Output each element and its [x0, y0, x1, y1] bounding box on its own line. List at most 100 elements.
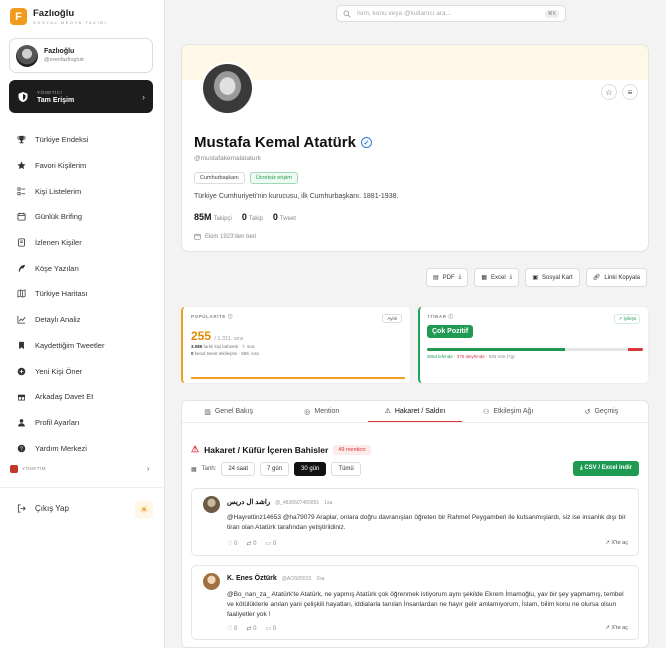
verified-icon: ✓	[360, 137, 372, 148]
sidebar-item-label: Kaydettiğim Tweetler	[35, 340, 105, 350]
filter-30d[interactable]: 30 gün	[294, 462, 327, 476]
post-handle: @AOS05523	[281, 576, 312, 582]
sidebar-item-favori-kisilerim[interactable]: Favori Kişilerim	[17, 153, 104, 179]
user-name: Fazlıoğlu	[44, 48, 75, 55]
book-icon	[17, 238, 26, 247]
sidebar-item-yardim-merkezi[interactable]: ? Yardım Merkezi	[17, 435, 104, 461]
filter-all[interactable]: Tümü	[331, 462, 361, 476]
sidebar-item-label: Profil Ayarları	[35, 417, 80, 427]
tab-etkilesim-agi[interactable]: ⚇ Etkileşim Ağı	[462, 401, 555, 422]
reply-count[interactable]: ▭ 0	[265, 625, 276, 632]
sidebar-item-arkadas-davet-et[interactable]: Arkadaş Davet Et	[17, 384, 104, 410]
profile-handle: @mustafakemalataturk	[194, 155, 261, 162]
search-input[interactable]: İsim, konu veya @kullanıcı ara...	[357, 10, 451, 17]
sidebar-item-kisi-listelerim[interactable]: Kişi Listelerim	[17, 178, 104, 204]
date-filters: ▦ Tarih: 24 saat 7 gün 30 gün Tümü	[191, 462, 361, 476]
yonetim-icon	[10, 464, 18, 473]
admin-access-card[interactable]: YÖNETİCİ Tam Erişim ›	[9, 80, 153, 113]
filter-7d[interactable]: 7 gün	[260, 462, 290, 476]
logout-button[interactable]: Çıkış Yap	[17, 504, 69, 513]
excel-button[interactable]: ▦ Excel ⤓	[474, 268, 520, 287]
social-card-button[interactable]: ▣ Sosyal Kart	[525, 268, 580, 287]
tag-role: Cumhurbaşkanı	[194, 172, 245, 184]
add-to-list-icon[interactable]: ≡	[622, 84, 638, 100]
search-icon	[343, 10, 351, 17]
period-badge[interactable]: Aylık	[382, 314, 402, 323]
calendar-icon	[17, 212, 26, 221]
open-on-x-link[interactable]: ↗ X'te aç	[605, 625, 628, 631]
brand-subtitle: SOSYAL MEDYA TAKİBİ	[33, 20, 108, 25]
stat-following[interactable]: 0 Takip	[242, 212, 263, 222]
logout-icon	[17, 504, 26, 513]
csv-download-button[interactable]: ⤓ CSV / Excel indir	[572, 461, 639, 476]
download-icon: ⤓	[458, 274, 462, 280]
tab-mention[interactable]: ◎ Mention	[275, 401, 368, 422]
sidebar-item-yeni-kisi-oner[interactable]: Yeni Kişi Öner	[17, 358, 104, 384]
post-header: K. Enes Öztürk @AOS05523 2sa	[227, 575, 324, 582]
trophy-icon	[17, 135, 26, 144]
export-actions: ▤ PDF ⤓ ▦ Excel ⤓ ▣ Sosyal Kart 🔗︎ Linki Kopya…	[426, 268, 648, 287]
sidebar-item-profil-ayarlari[interactable]: Profil Ayarları	[17, 410, 104, 436]
sentiment-bar	[427, 348, 643, 351]
tab-bar: ▥ Genel Bakış ◎ Mention ⚠ Hakaret / Saldırı…	[182, 401, 648, 423]
retweet-count[interactable]: ⇄ 0	[246, 540, 256, 547]
post-text: @Hayrettinz14653 @ha79079 Araplar, onlar…	[227, 514, 626, 532]
map-icon	[17, 289, 26, 299]
reply-count[interactable]: ▭ 0	[265, 540, 276, 547]
sidebar-item-gunluk-brifing[interactable]: Günlük Brifing	[17, 204, 104, 230]
sidebar-item-label: Arkadaş Davet Et	[35, 392, 94, 402]
post-author[interactable]: K. Enes Öztürk	[227, 575, 277, 582]
like-count[interactable]: ♡ 0	[227, 625, 237, 632]
svg-text:?: ?	[20, 446, 23, 452]
reputation-card: İTİBAR ⓘ ↗ İyileşti Çok Pozitif 3064 leh…	[418, 306, 649, 384]
open-on-x-link[interactable]: ↗ X'te aç	[605, 540, 628, 546]
sidebar-nav: Türkiye Endeksi Favori Kişilerim Kişi Li…	[17, 127, 104, 461]
calendar-icon	[194, 233, 201, 240]
like-count[interactable]: ♡ 0	[227, 540, 237, 547]
at-icon: ◎	[304, 408, 311, 416]
divider	[0, 487, 165, 488]
sidebar-item-label: Köşe Yazıları	[35, 263, 79, 273]
admin-role: YÖNETİCİ	[37, 89, 63, 95]
copy-link-button[interactable]: 🔗︎ Linki Kopyala	[585, 268, 648, 287]
mention-count-badge: 49 mention	[333, 444, 371, 455]
detail-tabs-card: ▥ Genel Bakış ◎ Mention ⚠ Hakaret / Saldırı…	[181, 400, 649, 648]
profile-name-row: Mustafa Kemal Atatürk ✓	[194, 134, 372, 151]
tab-genel-bakis[interactable]: ▥ Genel Bakış	[182, 401, 275, 422]
profile-stats: 85M Takipçi 0 Takip 0 Tweet	[194, 212, 296, 222]
list-item: K. Enes Öztürk @AOS05523 2sa @Bo_nan_za_…	[191, 565, 639, 640]
stat-tweets: 0 Tweet	[272, 212, 296, 222]
post-metrics: ♡ 0 ⇄ 0 ▭ 0	[227, 625, 276, 632]
chart-icon: ▥	[204, 408, 211, 416]
stat-followers[interactable]: 85M Takipçi	[194, 212, 232, 222]
popularity-value: 255 / 1.311. sıra	[191, 329, 244, 343]
search-shortcut: ⌘K	[544, 9, 559, 18]
sidebar-item-kaydettigim-tweetler[interactable]: Kaydettiğim Tweetler	[17, 333, 104, 359]
sidebar-item-kose-yazilari[interactable]: Köşe Yazıları	[17, 255, 104, 281]
post-text: @Bo_nan_za_ Atatürk'te Atatürk, ne yapmı…	[227, 591, 624, 619]
search-bar[interactable]: İsim, konu veya @kullanıcı ara... ⌘K	[336, 5, 566, 22]
tab-gecmis[interactable]: ↺ Geçmiş	[555, 401, 648, 422]
retweet-count[interactable]: ⇄ 0	[246, 625, 256, 632]
date-label: Tarih:	[201, 466, 217, 472]
yonetim-section[interactable]: YÖNETİM ›	[10, 464, 150, 473]
sidebar-item-label: İzlenen Kişiler	[35, 238, 82, 248]
profile-tags: Cumhurbaşkanı Ücretsiz erişim	[194, 172, 298, 184]
user-card[interactable]: Fazlıoğlu @erenfazlioglutr	[9, 38, 153, 73]
sidebar-item-detayli-analiz[interactable]: Detaylı Analiz	[17, 307, 104, 333]
post-author[interactable]: راشد ال دريس	[227, 498, 270, 506]
filter-24h[interactable]: 24 saat	[221, 462, 256, 476]
chart-icon	[17, 315, 26, 324]
sidebar-item-turkiye-endeksi[interactable]: Türkiye Endeksi	[17, 127, 104, 153]
theme-toggle-sun-icon[interactable]: ☀	[135, 501, 153, 519]
plus-circle-icon	[17, 367, 26, 376]
sidebar-item-izlenen-kisiler[interactable]: İzlenen Kişiler	[17, 230, 104, 256]
popularity-bar	[191, 377, 405, 379]
pdf-button[interactable]: ▤ PDF ⤓	[426, 268, 469, 287]
favorite-star-icon[interactable]: ☆	[601, 84, 617, 100]
list-item: راشد ال دريس @_4836507465851 1sa @Hayret…	[191, 488, 639, 556]
sidebar-item-turkiye-haritasi[interactable]: Türkiye Haritası	[17, 281, 104, 307]
post-time: 1sa	[324, 500, 333, 506]
brand[interactable]: F Fazlıoğlu SOSYAL MEDYA TAKİBİ	[10, 8, 107, 25]
tab-hakaret[interactable]: ⚠ Hakaret / Saldırı	[368, 401, 462, 422]
